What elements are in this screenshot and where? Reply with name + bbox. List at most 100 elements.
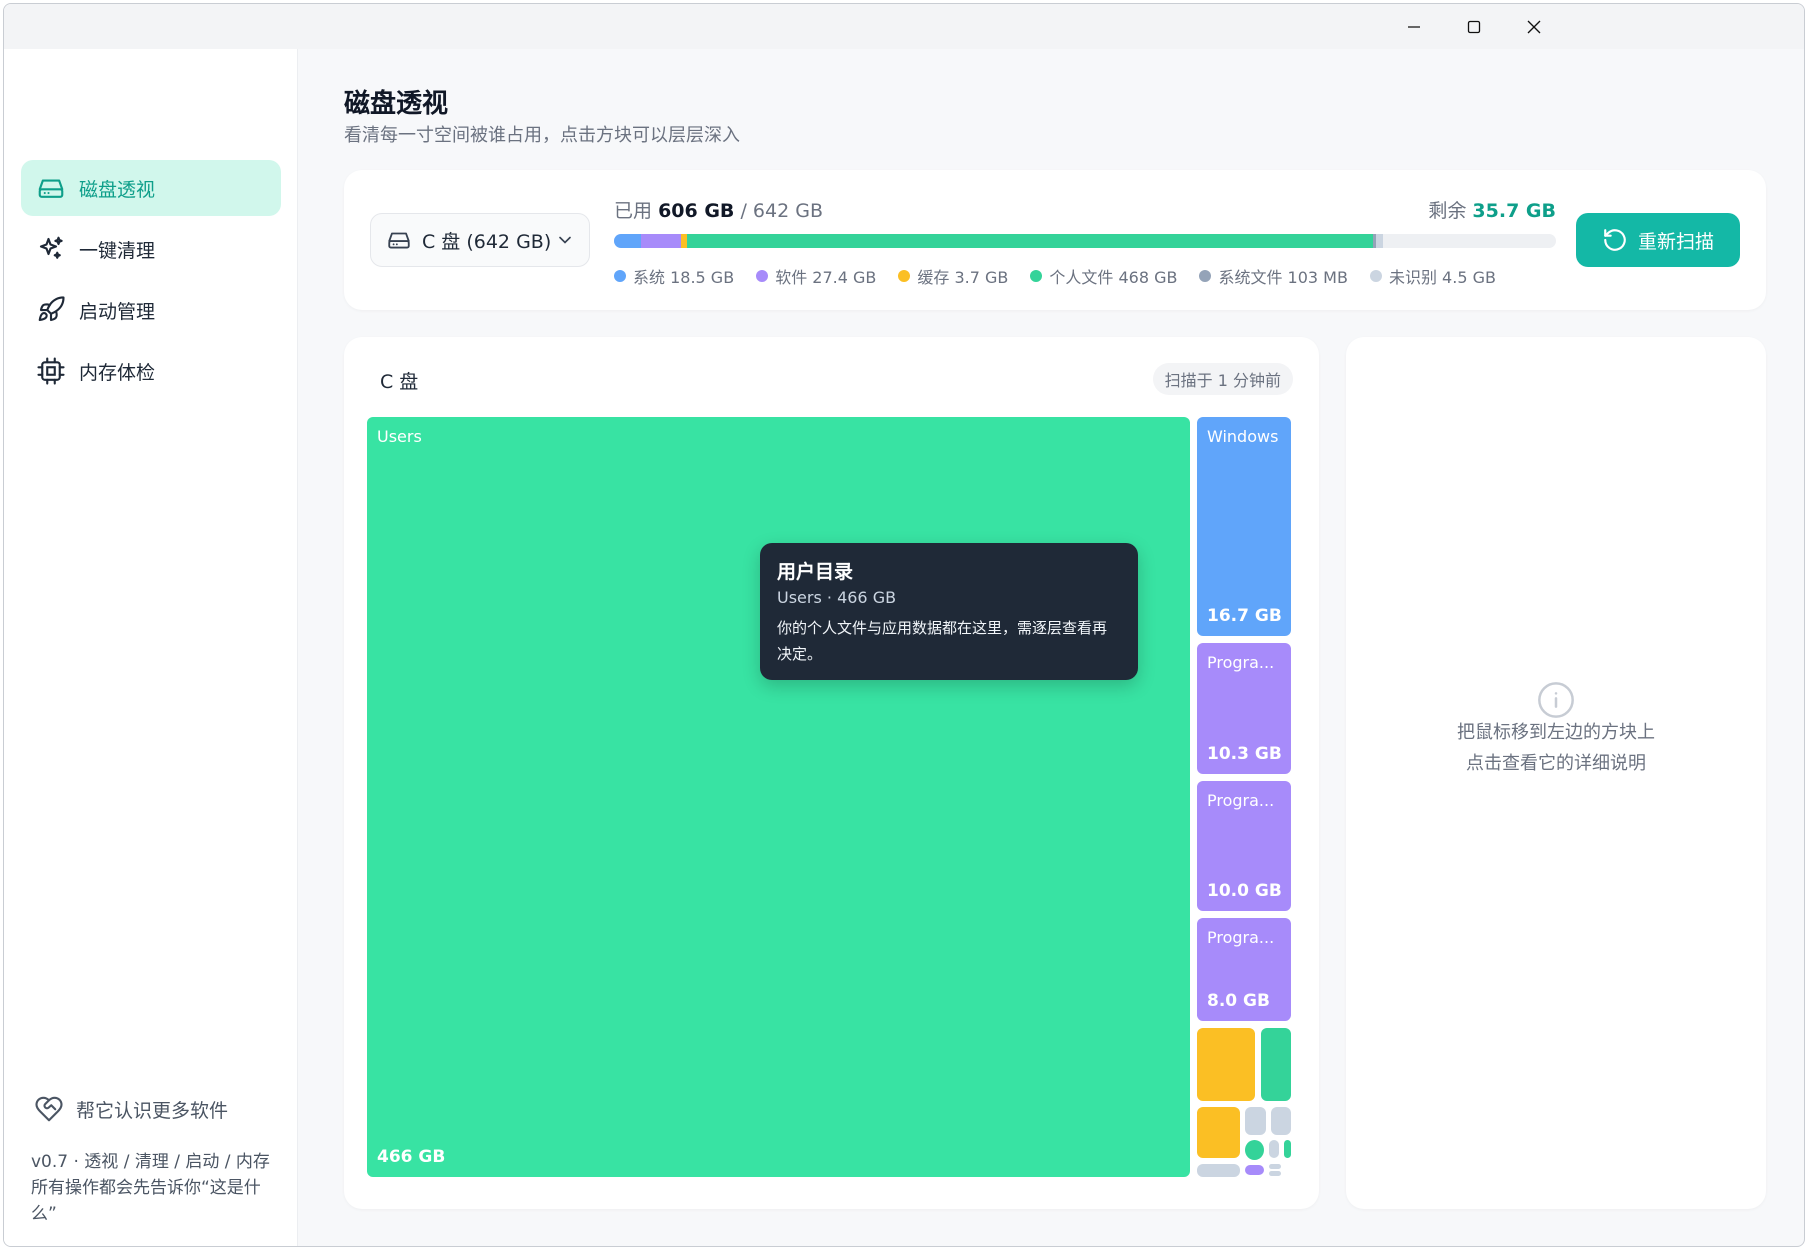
tile-name: Users <box>377 427 422 446</box>
treemap-tile-program-files-1[interactable]: Progra... 10.3 GB <box>1197 643 1291 774</box>
usage-bar <box>614 234 1556 248</box>
treemap-tile-small[interactable] <box>1245 1107 1266 1135</box>
sidebar-item-one-click-clean[interactable]: 一键清理 <box>21 221 281 277</box>
legend-label: 软件 27.4 GB <box>775 268 877 287</box>
cpu-chip-icon <box>35 355 67 387</box>
usage-bar-segment <box>614 234 642 248</box>
legend-dot <box>756 270 769 282</box>
legend-item: 未识别 4.5 GB <box>1369 264 1496 288</box>
usage-legend: 系统 18.5 GB 软件 27.4 GB 缓存 3.7 GB 个人文件 468 GB… <box>614 264 1518 288</box>
app-window: 磁盘透视 一键清理 启动管理 内存体检 帮它认识更多软件 v0.7 · 透视 /… <box>3 3 1805 1247</box>
maximize-button[interactable] <box>1444 10 1504 44</box>
hard-drive-icon <box>35 172 67 204</box>
sidebar-item-label: 启动管理 <box>79 300 156 323</box>
title-bar <box>4 4 1804 49</box>
treemap-tile-small[interactable] <box>1269 1171 1281 1176</box>
tile-name: Progra... <box>1207 928 1275 947</box>
tooltip-title: 用户目录 <box>777 561 854 583</box>
sidebar-item-label: 磁盘透视 <box>79 178 156 201</box>
tile-size: 466 GB <box>377 1147 446 1167</box>
legend-dot <box>1199 270 1212 282</box>
treemap-tile-program-files-2[interactable]: Progra... 10.0 GB <box>1197 781 1291 911</box>
help-identify-software-link[interactable]: 帮它认识更多软件 <box>34 1094 228 1124</box>
free-value: 35.7 GB <box>1472 200 1556 222</box>
legend-dot <box>898 270 911 282</box>
treemap-tile-windows[interactable]: Windows 16.7 GB <box>1197 417 1291 636</box>
treemap-tile-small[interactable] <box>1197 1028 1255 1101</box>
legend-item: 系统文件 103 MB <box>1199 264 1348 288</box>
legend-item: 软件 27.4 GB <box>756 264 876 288</box>
legend-dot <box>1369 270 1382 282</box>
version-info: v0.7 · 透视 / 清理 / 启动 / 内存 所有操作都会先告诉你“这是什么… <box>31 1149 281 1227</box>
used-value: 606 GB <box>658 200 735 222</box>
usage-bar-segment <box>1376 234 1383 248</box>
treemap-tile-small[interactable] <box>1269 1140 1279 1158</box>
treemap-tile-program-files-3[interactable]: Progra... 8.0 GB <box>1197 918 1291 1021</box>
legend-item: 个人文件 468 GB <box>1030 264 1177 288</box>
treemap-tile-users[interactable]: Users 466 GB <box>367 417 1190 1177</box>
used-label: 已用 <box>614 200 653 222</box>
page-subtitle: 看清每一寸空间被谁占用，点击方块可以层层深入 <box>344 125 740 146</box>
tile-name: Windows <box>1207 427 1279 446</box>
legend-label: 未识别 4.5 GB <box>1388 268 1496 287</box>
legend-item: 缓存 3.7 GB <box>898 264 1008 288</box>
version-note: 所有操作都会先告诉你“这是什么” <box>31 1178 261 1224</box>
treemap-tile-small[interactable] <box>1284 1140 1291 1158</box>
close-icon <box>1527 20 1541 34</box>
version-line: v0.7 · 透视 / 清理 / 启动 / 内存 <box>31 1152 270 1172</box>
maximize-icon <box>1467 20 1481 34</box>
treemap-tile-small[interactable] <box>1197 1164 1240 1177</box>
rescan-label: 重新扫描 <box>1637 230 1714 253</box>
legend-dot <box>614 270 626 282</box>
sidebar-item-label: 一键清理 <box>79 239 156 262</box>
treemap-tile-small[interactable] <box>1271 1107 1291 1135</box>
sidebar-item-disk-view[interactable]: 磁盘透视 <box>21 160 281 216</box>
disk-summary-card: C 盘 (642 GB) 已用 606 GB / 642 GB 剩余 35.7 … <box>344 170 1766 310</box>
treemap-tile-small[interactable] <box>1197 1107 1240 1158</box>
treemap-tile-small[interactable] <box>1269 1164 1281 1169</box>
treemap-tile-small[interactable] <box>1245 1140 1264 1160</box>
detail-panel: 把鼠标移到左边的方块上 点击查看它的详细说明 <box>1346 337 1766 1209</box>
legend-label: 缓存 3.7 GB <box>917 268 1009 287</box>
treemap-title: C 盘 <box>380 371 419 393</box>
tooltip-meta: Users · 466 GB <box>777 588 897 607</box>
treemap-tile-small[interactable] <box>1261 1028 1291 1101</box>
legend-item: 系统 18.5 GB <box>614 264 734 288</box>
tile-size: 8.0 GB <box>1207 991 1270 1011</box>
tooltip-description: 你的个人文件与应用数据都在这里，需逐层查看再决定。 <box>777 619 1108 663</box>
usage-bar-segment <box>641 234 682 248</box>
drive-select[interactable]: C 盘 (642 GB) <box>370 213 590 267</box>
treemap-tile-small[interactable] <box>1245 1165 1264 1175</box>
scan-time-badge: 扫描于 1 分钟前 <box>1152 363 1293 395</box>
legend-label: 个人文件 468 GB <box>1049 268 1178 287</box>
tile-size: 10.3 GB <box>1207 744 1282 764</box>
sidebar-item-label: 内存体检 <box>79 361 156 384</box>
sidebar-item-memory-check[interactable]: 内存体检 <box>21 343 281 399</box>
used-space-text: 已用 606 GB / 642 GB <box>614 196 823 223</box>
tile-name: Progra... <box>1207 791 1275 810</box>
free-label: 剩余 <box>1428 200 1467 222</box>
minimize-icon <box>1408 26 1420 28</box>
legend-dot <box>1030 270 1043 282</box>
detail-hint: 把鼠标移到左边的方块上 点击查看它的详细说明 <box>1346 717 1766 779</box>
tile-size: 10.0 GB <box>1207 881 1282 901</box>
sparkles-icon <box>35 233 67 265</box>
help-link-label: 帮它认识更多软件 <box>76 1099 229 1122</box>
close-button[interactable] <box>1504 10 1564 44</box>
hard-drive-icon <box>388 232 410 249</box>
sidebar: 磁盘透视 一键清理 启动管理 内存体检 帮它认识更多软件 v0.7 · 透视 /… <box>4 49 298 1246</box>
detail-hint-line: 点击查看它的详细说明 <box>1466 753 1646 774</box>
usage-bar-segment <box>686 234 1374 248</box>
refresh-icon <box>1604 229 1626 251</box>
total-value: / 642 GB <box>740 200 823 222</box>
rescan-button[interactable]: 重新扫描 <box>1576 213 1740 267</box>
tile-name: Progra... <box>1207 653 1275 672</box>
minimize-button[interactable] <box>1384 10 1444 44</box>
sidebar-item-startup[interactable]: 启动管理 <box>21 282 281 338</box>
legend-label: 系统文件 103 MB <box>1218 268 1348 287</box>
tile-tooltip: 用户目录 Users · 466 GB 你的个人文件与应用数据都在这里，需逐层查… <box>760 543 1138 680</box>
chevron-down-icon <box>559 236 571 244</box>
tile-size: 16.7 GB <box>1207 606 1282 626</box>
detail-hint-line: 把鼠标移到左边的方块上 <box>1457 722 1655 743</box>
legend-label: 系统 18.5 GB <box>633 268 735 287</box>
